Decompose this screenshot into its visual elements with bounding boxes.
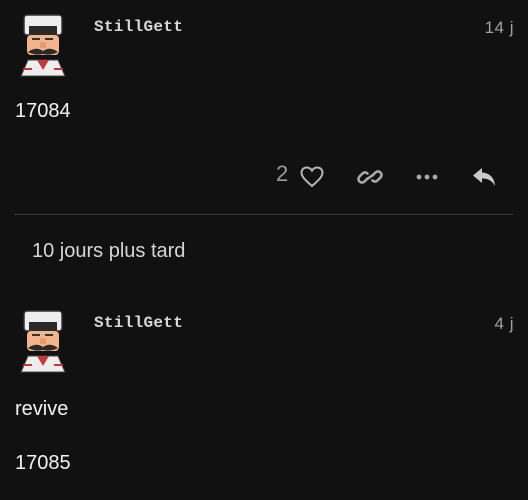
post-divider (14, 214, 513, 215)
post-date[interactable]: 4 j (495, 314, 514, 334)
post-2: StillGett 4 j revive 17085 (0, 290, 528, 500)
post-1: StillGett 14 j 17084 2 (0, 0, 528, 214)
post-actions: 2 (0, 160, 528, 194)
user-avatar[interactable] (14, 308, 72, 378)
user-avatar[interactable] (14, 12, 72, 82)
post-body-text: revive (15, 398, 69, 420)
post-date[interactable]: 14 j (485, 18, 514, 38)
post-body-text: 17084 (15, 100, 71, 122)
like-count[interactable]: 2 (276, 161, 288, 187)
post-username[interactable]: StillGett (94, 18, 183, 36)
reply-icon[interactable] (471, 165, 499, 189)
link-icon[interactable] (357, 165, 383, 189)
time-gap-label: 10 jours plus tard (32, 240, 186, 262)
post-username[interactable]: StillGett (94, 314, 183, 332)
heart-icon[interactable] (299, 165, 325, 189)
post-body-text: 17085 (15, 452, 71, 474)
more-icon[interactable] (415, 168, 439, 186)
